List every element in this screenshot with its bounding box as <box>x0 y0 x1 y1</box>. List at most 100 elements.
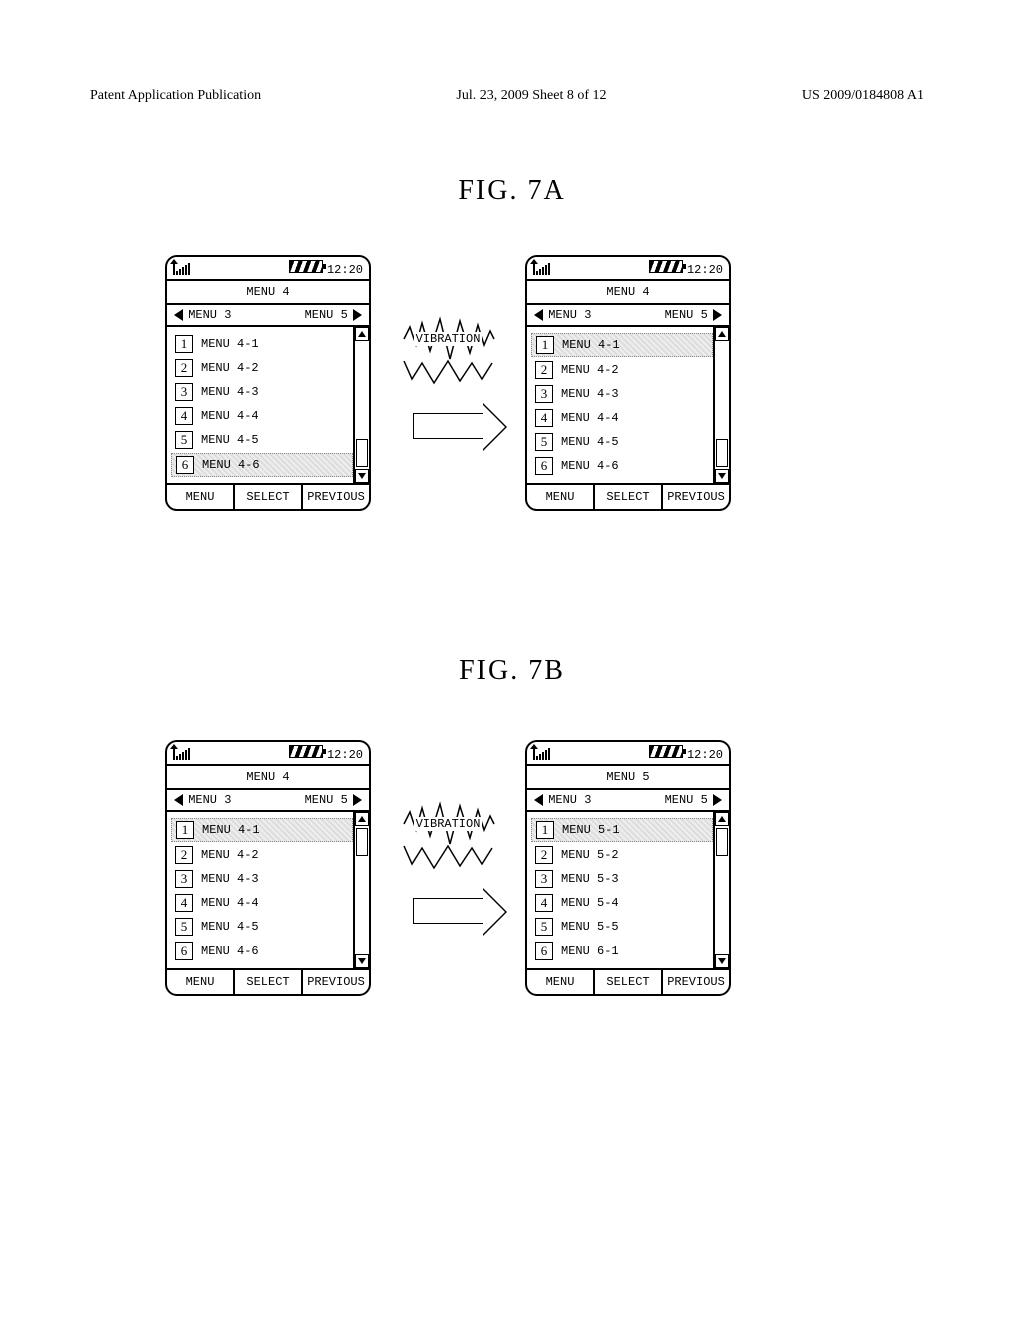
softkey-menu[interactable]: MENU <box>167 970 235 994</box>
list-item[interactable]: 6 MENU 4-6 <box>171 940 353 962</box>
list-item[interactable]: 5 MENU 4-5 <box>531 431 713 453</box>
softkey-previous[interactable]: PREVIOUS <box>303 970 369 994</box>
figure-7b-label: FIG. 7B <box>0 655 1024 687</box>
softkey-menu[interactable]: MENU <box>527 485 595 509</box>
scroll-down-button[interactable] <box>715 954 729 968</box>
nav-next[interactable]: MENU 5 <box>665 308 723 322</box>
status-bar: 12:20 <box>167 742 369 764</box>
list-item[interactable]: 6 MENU 6-1 <box>531 940 713 962</box>
nav-next[interactable]: MENU 5 <box>305 308 363 322</box>
scrollbar[interactable] <box>353 327 369 483</box>
list-item[interactable]: 6 MENU 4-6 <box>531 455 713 477</box>
list-item[interactable]: 2 MENU 4-2 <box>531 359 713 381</box>
nav-next[interactable]: MENU 5 <box>665 793 723 807</box>
list-item[interactable]: 4 MENU 4-4 <box>171 892 353 914</box>
header-center: Jul. 23, 2009 Sheet 8 of 12 <box>456 88 606 104</box>
transition-7b: VIBRATION <box>391 800 505 924</box>
list-item-number: 4 <box>175 407 193 425</box>
arrow-right-icon <box>413 413 483 439</box>
battery-icon <box>649 745 683 758</box>
list-item-label: MENU 4-3 <box>561 387 619 401</box>
list-item[interactable]: 1 MENU 4-1 <box>531 333 713 357</box>
battery-icon <box>649 260 683 273</box>
scrollbar[interactable] <box>713 327 729 483</box>
nav-next[interactable]: MENU 5 <box>305 793 363 807</box>
vibration-label: VIBRATION <box>414 817 483 831</box>
scroll-track[interactable] <box>355 826 369 954</box>
scrollbar[interactable] <box>713 812 729 968</box>
nav-prev[interactable]: MENU 3 <box>173 308 231 322</box>
scroll-thumb[interactable] <box>716 439 728 467</box>
softkey-select[interactable]: SELECT <box>235 970 303 994</box>
clock: 12:20 <box>687 748 723 762</box>
header-right: US 2009/0184808 A1 <box>802 88 924 104</box>
signal-icon <box>533 261 550 275</box>
list-item[interactable]: 2 MENU 4-2 <box>171 844 353 866</box>
scroll-up-button[interactable] <box>355 812 369 826</box>
softkey-previous[interactable]: PREVIOUS <box>663 485 729 509</box>
battery-icon <box>289 745 323 758</box>
scroll-down-button[interactable] <box>715 469 729 483</box>
list-item[interactable]: 4 MENU 4-4 <box>531 407 713 429</box>
nav-prev[interactable]: MENU 3 <box>533 308 591 322</box>
list-item-label: MENU 5-4 <box>561 896 619 910</box>
list-item[interactable]: 3 MENU 4-3 <box>171 868 353 890</box>
nav-prev[interactable]: MENU 3 <box>173 793 231 807</box>
list-item[interactable]: 3 MENU 4-3 <box>171 381 353 403</box>
menu-list: 1 MENU 5-1 2 MENU 5-2 3 MENU 5-3 4 MENU … <box>527 812 713 968</box>
battery-time: 12:20 <box>289 745 363 762</box>
list-item-number: 6 <box>175 942 193 960</box>
scroll-down-button[interactable] <box>355 469 369 483</box>
list-item-number: 2 <box>535 361 553 379</box>
scroll-track[interactable] <box>715 341 729 469</box>
list-item[interactable]: 5 MENU 5-5 <box>531 916 713 938</box>
scroll-thumb[interactable] <box>356 439 368 467</box>
figure-7a: 12:20 MENU 4 MENU 3 MENU 5 1 MENU 4-1 2 … <box>165 255 731 511</box>
list-item[interactable]: 3 MENU 4-3 <box>531 383 713 405</box>
list-item[interactable]: 1 MENU 4-1 <box>171 818 353 842</box>
list-item[interactable]: 1 MENU 5-1 <box>531 818 713 842</box>
triangle-down-icon <box>718 958 726 964</box>
list-item[interactable]: 6 MENU 4-6 <box>171 453 353 477</box>
list-item[interactable]: 4 MENU 5-4 <box>531 892 713 914</box>
scroll-track[interactable] <box>355 341 369 469</box>
nav-bar: MENU 3 MENU 5 <box>527 790 729 812</box>
softkey-previous[interactable]: PREVIOUS <box>303 485 369 509</box>
vibration-burst-icon: VIBRATION <box>400 315 496 363</box>
list-item-number: 1 <box>536 821 554 839</box>
softkey-menu[interactable]: MENU <box>167 485 235 509</box>
list-item[interactable]: 2 MENU 5-2 <box>531 844 713 866</box>
scroll-track[interactable] <box>715 826 729 954</box>
scrollbar[interactable] <box>353 812 369 968</box>
scroll-down-button[interactable] <box>355 954 369 968</box>
list-item[interactable]: 5 MENU 4-5 <box>171 429 353 451</box>
clock: 12:20 <box>687 263 723 277</box>
list-item-label: MENU 4-3 <box>201 385 259 399</box>
page-title: MENU 5 <box>527 764 729 790</box>
softkey-select[interactable]: SELECT <box>595 970 663 994</box>
list-item-label: MENU 4-2 <box>201 848 259 862</box>
list-item[interactable]: 2 MENU 4-2 <box>171 357 353 379</box>
scroll-up-button[interactable] <box>355 327 369 341</box>
scroll-up-button[interactable] <box>715 812 729 826</box>
scroll-thumb[interactable] <box>356 828 368 856</box>
triangle-up-icon <box>718 816 726 822</box>
list-item[interactable]: 1 MENU 4-1 <box>171 333 353 355</box>
list-item[interactable]: 5 MENU 4-5 <box>171 916 353 938</box>
triangle-left-icon <box>173 795 181 805</box>
nav-prev[interactable]: MENU 3 <box>533 793 591 807</box>
softkey-menu[interactable]: MENU <box>527 970 595 994</box>
softkey-select[interactable]: SELECT <box>595 485 663 509</box>
scroll-thumb[interactable] <box>716 828 728 856</box>
list-item[interactable]: 3 MENU 5-3 <box>531 868 713 890</box>
list-item[interactable]: 4 MENU 4-4 <box>171 405 353 427</box>
list-item-number: 4 <box>175 894 193 912</box>
status-bar: 12:20 <box>527 257 729 279</box>
list-item-number: 5 <box>175 918 193 936</box>
softkey-previous[interactable]: PREVIOUS <box>663 970 729 994</box>
nav-bar: MENU 3 MENU 5 <box>167 305 369 327</box>
battery-time: 12:20 <box>289 260 363 277</box>
scroll-up-button[interactable] <box>715 327 729 341</box>
list-item-label: MENU 4-1 <box>562 338 620 352</box>
softkey-select[interactable]: SELECT <box>235 485 303 509</box>
